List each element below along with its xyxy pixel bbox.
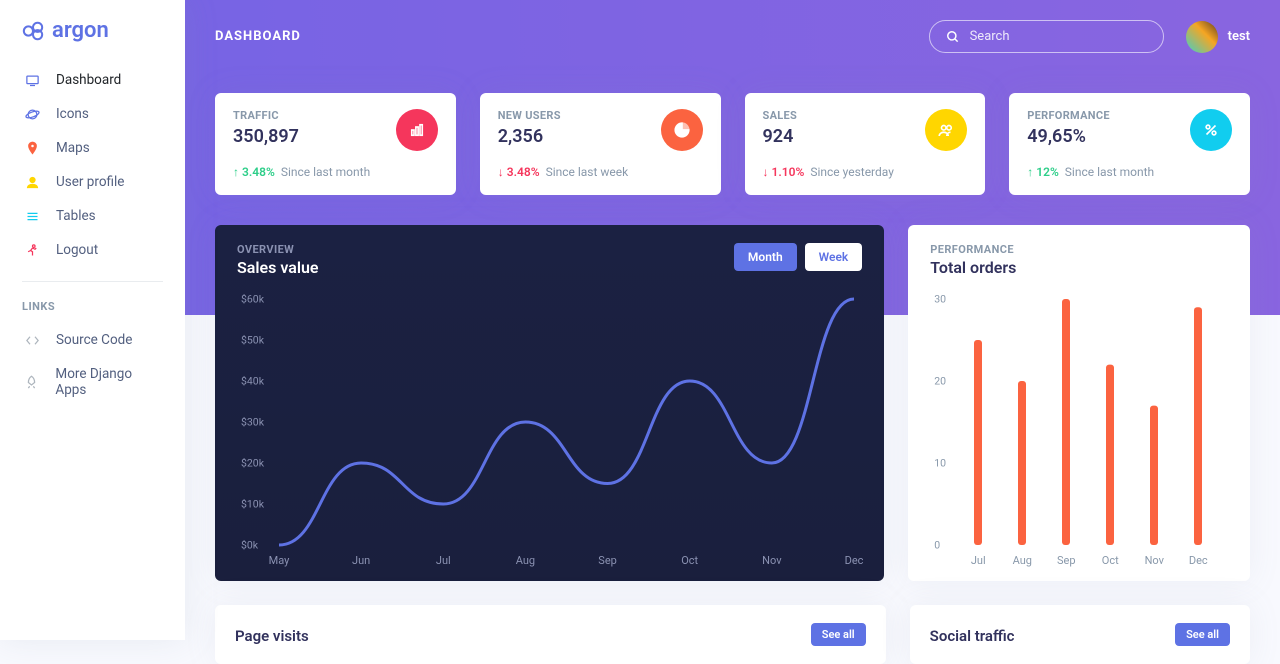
stat-value: 2,356 (498, 126, 561, 147)
avatar (1186, 21, 1218, 53)
page-visits-title: Page visits (235, 627, 309, 645)
sidebar: argon Dashboard Icons Maps User profile Tabl… (0, 0, 185, 640)
nav-list: Dashboard Icons Maps User profile Tables Logo… (0, 63, 185, 267)
user-icon (22, 175, 42, 190)
sidebar-link-more-django-apps[interactable]: More Django Apps (0, 357, 185, 407)
search-box[interactable] (929, 20, 1164, 53)
stat-card-performance: PERFORMANCE 49,65% ↑ 12% Since last mont… (1009, 93, 1250, 195)
sidebar-link-label: Source Code (56, 332, 132, 348)
stat-since: Since last month (1065, 165, 1154, 179)
toggle-week-button[interactable]: Week (805, 243, 863, 271)
page-visits-see-all-button[interactable]: See all (811, 623, 866, 646)
sidebar-item-label: Icons (56, 106, 89, 122)
search-input[interactable] (970, 29, 1147, 44)
orders-bar (1062, 299, 1070, 545)
stat-card-sales: SALES 924 ↓ 1.10% Since yesterday (745, 93, 986, 195)
charts-row: OVERVIEW Sales value Month Week $0k$10k$… (215, 225, 1250, 581)
sidebar-item-logout[interactable]: Logout (0, 233, 185, 267)
stat-card-traffic: TRAFFIC 350,897 ↑ 3.48% Since last month (215, 93, 456, 195)
bar-icon (396, 109, 438, 151)
stat-label: SALES (763, 109, 798, 122)
orders-chart-card: PERFORMANCE Total orders 0102030JulAugSe… (908, 225, 1250, 581)
user-menu[interactable]: test (1186, 21, 1250, 53)
rocket-icon (22, 375, 41, 390)
orders-bar-svg (930, 291, 1228, 571)
code-icon (22, 333, 42, 348)
stat-label: PERFORMANCE (1027, 109, 1110, 122)
sidebar-link-label: More Django Apps (55, 366, 163, 398)
stat-delta: ↑ 3.48% (233, 165, 275, 179)
users-icon (925, 109, 967, 151)
orders-bar (1018, 381, 1026, 545)
orders-bar (1106, 365, 1114, 545)
sales-chart-head: OVERVIEW Sales value Month Week (237, 243, 862, 277)
page-title: DASHBOARD (215, 29, 301, 44)
social-traffic-card: Social traffic See all (910, 605, 1250, 664)
links-list: Source Code More Django Apps (0, 323, 185, 407)
stat-value: 924 (763, 126, 798, 147)
orders-plot: 0102030JulAugSepOctNovDec (930, 291, 1228, 571)
content: OVERVIEW Sales value Month Week $0k$10k$… (185, 225, 1280, 664)
sidebar-item-icons[interactable]: Icons (0, 97, 185, 131)
sidebar-item-label: User profile (56, 174, 124, 190)
sidebar-item-label: Tables (56, 208, 96, 224)
top-row: DASHBOARD test (215, 20, 1250, 53)
search-icon (946, 30, 960, 44)
main: DASHBOARD test TRAFFIC 350,897 (185, 0, 1280, 664)
brand-name: argon (52, 18, 109, 43)
tables-row: Page visits See all Social traffic See a… (215, 605, 1250, 664)
stat-delta: ↑ 12% (1027, 165, 1059, 179)
orders-bar (1150, 406, 1158, 545)
sidebar-item-dashboard[interactable]: Dashboard (0, 63, 185, 97)
toggle-month-button[interactable]: Month (734, 243, 797, 271)
social-traffic-see-all-button[interactable]: See all (1175, 623, 1230, 646)
sidebar-link-source-code[interactable]: Source Code (0, 323, 185, 357)
sales-line (279, 299, 854, 545)
sales-plot: $0k$10k$20k$30k$40k$50k$60kMayJunJulAugS… (237, 291, 862, 571)
pie-icon (661, 109, 703, 151)
stat-value: 350,897 (233, 126, 299, 147)
social-traffic-title: Social traffic (930, 627, 1015, 645)
sidebar-item-user-profile[interactable]: User profile (0, 165, 185, 199)
user-name: test (1228, 29, 1250, 44)
orders-title: Total orders (930, 258, 1016, 277)
nav-divider (22, 281, 163, 282)
sidebar-item-label: Maps (56, 140, 90, 156)
sidebar-item-label: Logout (56, 242, 98, 258)
tv-icon (22, 73, 42, 88)
stat-since: Since last month (281, 165, 370, 179)
run-icon (22, 243, 42, 258)
percent-icon (1190, 109, 1232, 151)
orders-overline: PERFORMANCE (930, 243, 1016, 256)
stat-since: Since last week (546, 165, 629, 179)
stat-delta: ↓ 1.10% (763, 165, 805, 179)
top-right: test (929, 20, 1250, 53)
orders-bar (1194, 307, 1202, 545)
sales-title: Sales value (237, 258, 319, 277)
planet-icon (22, 107, 42, 122)
list-icon (22, 209, 42, 224)
stat-value: 49,65% (1027, 126, 1110, 147)
pin-icon (22, 141, 42, 156)
stat-delta: ↓ 3.48% (498, 165, 540, 179)
stat-label: NEW USERS (498, 109, 561, 122)
sales-overline: OVERVIEW (237, 243, 319, 256)
stat-since: Since yesterday (810, 165, 894, 179)
sales-toggle: Month Week (734, 243, 862, 271)
stats-row: TRAFFIC 350,897 ↑ 3.48% Since last month… (215, 93, 1250, 195)
orders-bar (974, 340, 982, 545)
brand-logo[interactable]: argon (0, 18, 185, 63)
links-heading: LINKS (0, 296, 185, 323)
sidebar-item-label: Dashboard (56, 72, 121, 88)
sales-line-svg (237, 291, 862, 571)
sidebar-item-tables[interactable]: Tables (0, 199, 185, 233)
sidebar-item-maps[interactable]: Maps (0, 131, 185, 165)
stat-card-new-users: NEW USERS 2,356 ↓ 3.48% Since last week (480, 93, 721, 195)
sales-chart-card: OVERVIEW Sales value Month Week $0k$10k$… (215, 225, 884, 581)
argon-logo-icon (22, 20, 44, 42)
page-visits-card: Page visits See all (215, 605, 886, 664)
orders-chart-head: PERFORMANCE Total orders (930, 243, 1228, 277)
stat-label: TRAFFIC (233, 109, 299, 122)
